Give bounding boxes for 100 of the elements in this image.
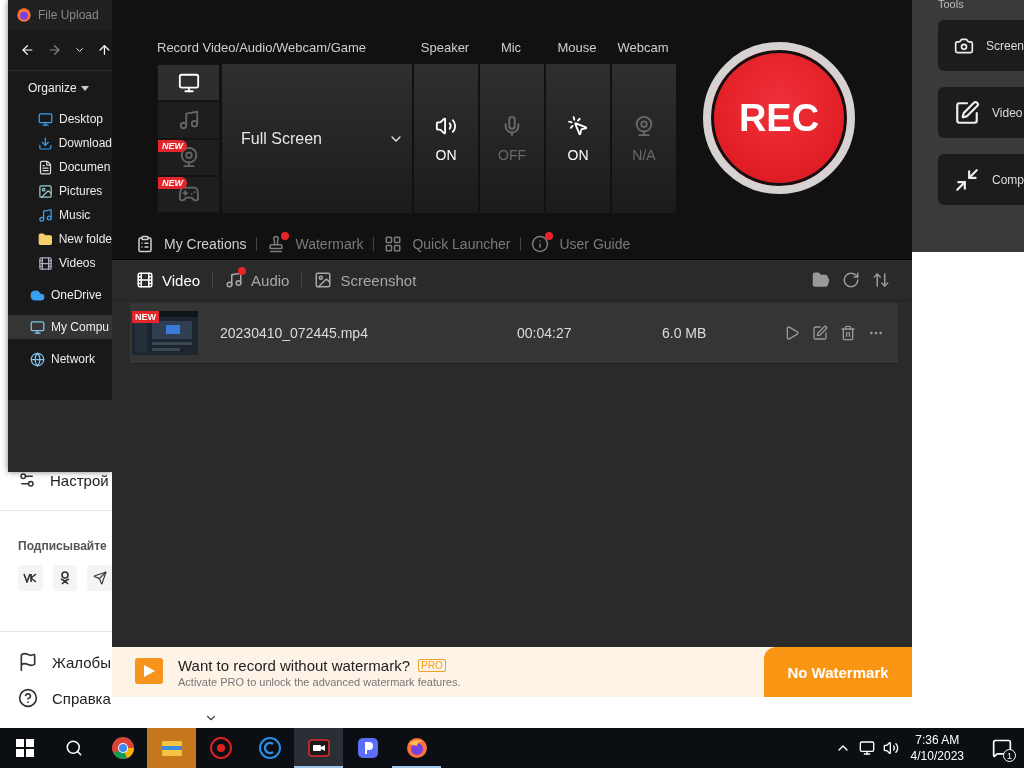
time: 7:36 AM [915, 732, 960, 748]
tree-label: New folde [58, 232, 112, 246]
mode-button[interactable]: NEW [157, 175, 220, 213]
file-size: 6.0 MB [662, 325, 708, 341]
new-badge: NEW [158, 176, 187, 189]
mode-button[interactable]: NEW [157, 138, 220, 176]
play-icon [784, 325, 800, 341]
refresh-icon [842, 271, 860, 289]
tree-label: Download [58, 136, 112, 150]
list-icon [136, 235, 154, 253]
music-icon [225, 271, 244, 289]
webcam-icon [633, 114, 655, 137]
toolbar-link[interactable]: User Guide [527, 235, 635, 253]
network-icon [30, 351, 45, 367]
tree-label: Pictures [59, 184, 103, 198]
device-toggle[interactable]: ON [414, 64, 478, 213]
network-icon[interactable] [858, 740, 875, 756]
back-icon[interactable] [20, 42, 35, 58]
download-icon [38, 135, 53, 151]
tree-label: Desktop [59, 112, 104, 126]
tool-label: Screen [985, 38, 1024, 53]
caret-icon [80, 85, 89, 91]
tree-item[interactable]: Network [8, 347, 112, 371]
vk-icon[interactable] [18, 565, 43, 591]
info-icon [531, 235, 550, 253]
mode-button[interactable] [157, 64, 220, 102]
file-name: 20230410_072445.mp4 [220, 325, 369, 341]
search-icon [64, 739, 83, 757]
notification-count: 1 [1003, 749, 1016, 762]
file-row[interactable]: NEW 20230410_072445.mp4 00:04:27 6.0 MB [130, 303, 898, 364]
tree-item[interactable]: OneDrive [8, 283, 112, 307]
ok-icon[interactable] [52, 565, 78, 591]
tree-label: My Compu [51, 320, 109, 334]
title-text: File Upload [38, 8, 99, 22]
mouse-click-icon [567, 114, 589, 137]
device-toggle[interactable]: ON [546, 64, 610, 213]
device-label: Mic [499, 40, 523, 55]
menu-link[interactable]: Справка [0, 680, 112, 716]
video-watermark-icon [134, 657, 166, 687]
subscribe-heading: Подписывайте [17, 538, 108, 555]
media-tab[interactable]: Audio [221, 271, 294, 289]
banner-subtitle: Activate PRO to unlock the advanced watermark features. [178, 675, 462, 688]
volume-icon[interactable] [882, 740, 899, 756]
monitor-icon [177, 71, 200, 94]
menu-link[interactable]: Жалобы [0, 644, 112, 680]
tree-item[interactable]: My Compu [8, 315, 112, 339]
taskbar-app[interactable] [294, 728, 343, 768]
folder-icon [812, 271, 830, 289]
edit-icon [812, 325, 828, 341]
media-tab[interactable]: Video [132, 271, 205, 289]
up-icon[interactable] [97, 42, 112, 58]
trash-icon [840, 325, 856, 341]
telegram-icon[interactable] [87, 565, 112, 591]
sort-icon [872, 271, 890, 289]
tool-card[interactable]: Comp [938, 154, 1024, 205]
area-dropdown[interactable]: Full Screen [222, 64, 412, 213]
image-icon [314, 271, 333, 289]
tree-item[interactable]: Documen [8, 155, 112, 179]
mode-label: Record Video/Audio/Webcam/Game [157, 40, 368, 55]
new-badge: NEW [158, 139, 187, 152]
tree-item[interactable]: Pictures [8, 179, 112, 203]
device-label: Speaker [419, 40, 471, 55]
tool-card[interactable]: Screen [938, 20, 1024, 71]
tree-item[interactable]: Videos [8, 251, 112, 275]
media-tab[interactable]: Screenshot [310, 271, 421, 289]
record-button[interactable]: REC [703, 42, 855, 194]
tool-label: Comp [992, 172, 1024, 187]
file-duration: 00:04:27 [517, 325, 573, 341]
tool-card[interactable]: Video [938, 87, 1024, 138]
tree-item[interactable]: Music [8, 203, 112, 227]
c-logo-icon [257, 736, 282, 760]
computer-icon [30, 319, 45, 335]
windows-icon [15, 739, 34, 757]
folder-icon [38, 231, 53, 247]
grid-icon [384, 235, 403, 253]
music-icon [38, 207, 53, 223]
video-camera-icon [306, 736, 331, 760]
settings-link[interactable]: Настрой [0, 462, 112, 498]
organize-button[interactable]: Organize [26, 79, 91, 97]
tool-label: Video [992, 105, 1023, 120]
chrome-icon [110, 736, 135, 760]
film-icon [136, 271, 154, 289]
film-icon [38, 255, 53, 271]
toolbar-link[interactable]: Quick Launcher [380, 235, 515, 253]
pro-tag: PRO [418, 658, 446, 672]
compress-icon [954, 166, 980, 193]
stamp-icon [267, 235, 286, 253]
clock[interactable]: 7:36 AM 4/10/2023 [910, 732, 964, 764]
toolbar-link[interactable]: Watermark [263, 235, 368, 253]
tree-item[interactable]: Download [8, 131, 112, 155]
tree-item[interactable]: Desktop [8, 107, 112, 131]
edit-icon [954, 99, 980, 126]
tree-label: OneDrive [51, 288, 102, 302]
tree-item[interactable]: New folde [8, 227, 112, 251]
cloud-icon [30, 287, 45, 303]
tree-label: Network [51, 352, 95, 366]
desktop-icon [38, 111, 53, 127]
image-icon [38, 183, 53, 199]
firefox-icon [16, 7, 32, 23]
toolbar-link[interactable]: My Creations [132, 235, 251, 253]
